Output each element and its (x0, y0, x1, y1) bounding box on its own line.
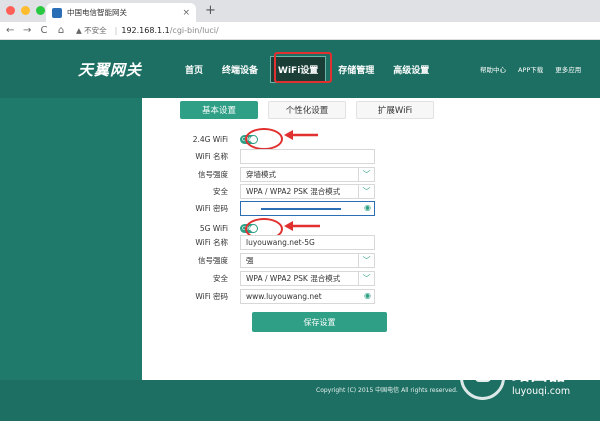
arrow-24g-head (284, 130, 293, 140)
arrow-5g-head (284, 221, 293, 231)
router-watermark-icon (460, 355, 505, 400)
watermark-url: luyouqi.com (512, 386, 571, 397)
router-shape-icon (475, 372, 491, 382)
copyright-text: Copyright (C) 2015 中国电信 All rights reser… (316, 387, 458, 394)
footer-bar (0, 380, 600, 421)
watermark-name: 路由器 (512, 364, 566, 385)
annotation-arrows (284, 130, 320, 231)
